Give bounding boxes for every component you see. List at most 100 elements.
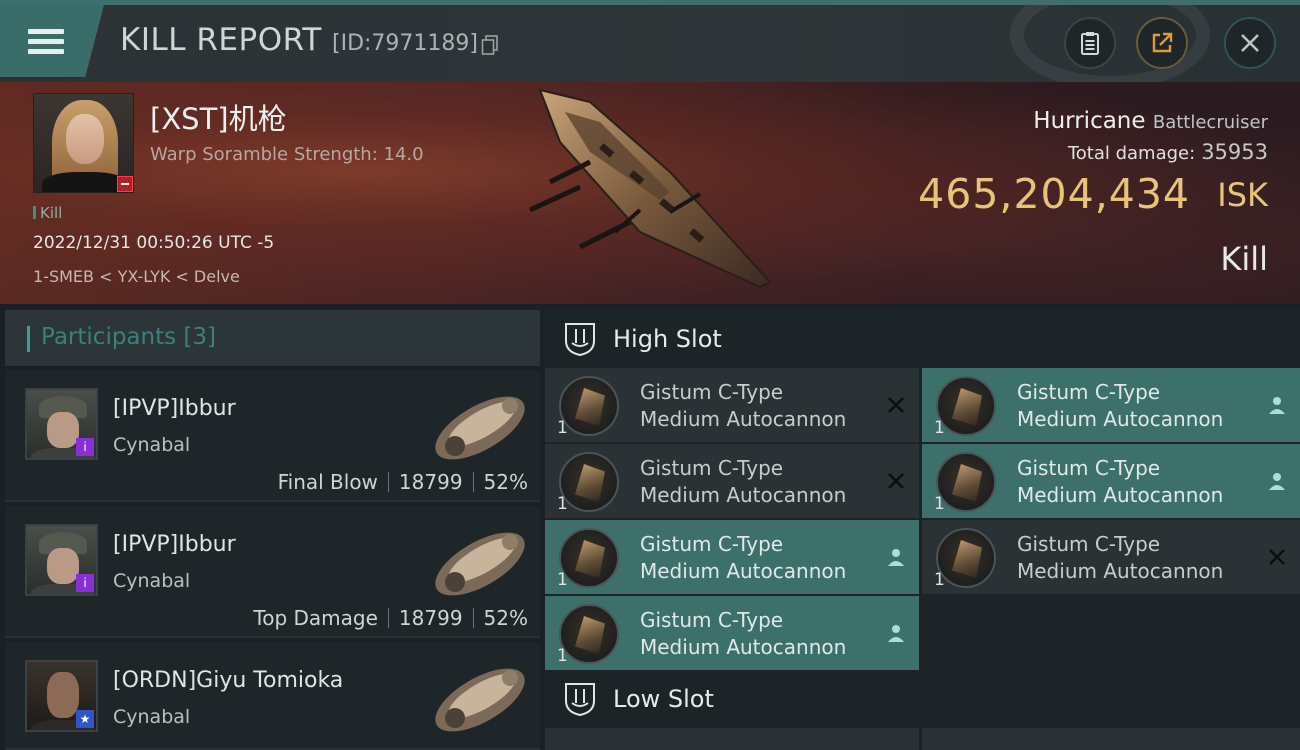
participants-panel: Participants [3] i [IPVP]Ibbur Cynabal F… xyxy=(5,310,540,750)
participant-card[interactable]: ★ [ORDN]Giyu Tomioka Cynabal xyxy=(5,642,540,750)
module-slot[interactable]: 1 Gistum C-Type Medium Autocannon xyxy=(922,520,1300,594)
module-icon xyxy=(936,528,996,588)
participant-avatar[interactable]: i xyxy=(25,388,98,460)
module-name: Gistum C-Type xyxy=(640,532,784,556)
module-name: Gistum C-Type xyxy=(640,380,784,404)
participant-name: [ORDN]Giyu Tomioka xyxy=(113,668,344,693)
destroyed-icon xyxy=(888,473,904,489)
participant-avatar[interactable]: ★ xyxy=(25,660,98,732)
module-quantity: 1 xyxy=(934,418,945,438)
victim-name[interactable]: [XST]机枪 xyxy=(150,96,287,138)
kill-summary-banner: [XST]机枪 Warp Soramble Strength: 14.0 Kil… xyxy=(0,82,1300,304)
standing-badge xyxy=(117,176,133,192)
module-name: Gistum C-Type xyxy=(640,608,784,632)
module-quantity: 1 xyxy=(557,494,568,514)
module-type: Medium Autocannon xyxy=(640,635,847,659)
module-icon xyxy=(559,604,619,664)
clipboard-button[interactable] xyxy=(1064,17,1116,69)
module-quantity: 1 xyxy=(557,646,568,666)
victim-ship-image[interactable] xyxy=(520,82,790,304)
module-quantity: 1 xyxy=(934,494,945,514)
kill-timestamp: 2022/12/31 00:50:26 UTC -5 xyxy=(33,233,275,253)
dropped-person-icon xyxy=(1269,473,1285,490)
isk-value: 465,204,434 xyxy=(918,170,1190,218)
module-name: Gistum C-Type xyxy=(1017,380,1161,404)
high-slot-label: High Slot xyxy=(613,325,722,353)
module-slot[interactable]: 1 Gistum C-Type Medium Autocannon xyxy=(922,444,1300,518)
clipboard-icon xyxy=(1081,32,1099,55)
high-slot-header: High Slot xyxy=(545,310,1300,368)
module-icon xyxy=(559,528,619,588)
module-name: Gistum C-Type xyxy=(1017,456,1161,480)
dropped-person-icon xyxy=(888,625,904,642)
participant-ship: Cynabal xyxy=(113,706,191,728)
kill-id: [ID:7971189] xyxy=(332,31,478,56)
isk-unit: ISK xyxy=(1217,176,1268,214)
participant-ship: Cynabal xyxy=(113,570,191,592)
kill-result-label: Kill xyxy=(1220,240,1268,278)
participant-name: [IPVP]Ibbur xyxy=(113,396,236,421)
participant-ship-image xyxy=(435,396,525,460)
module-icon xyxy=(936,452,996,512)
victim-ship-type[interactable]: Hurricane Battlecruiser xyxy=(1033,108,1268,134)
module-type: Medium Autocannon xyxy=(640,559,847,583)
participant-damage: 18799 xyxy=(398,470,463,494)
page-title: KILL REPORT xyxy=(120,22,322,58)
low-slot-icon xyxy=(565,683,595,717)
module-name: Gistum C-Type xyxy=(640,456,784,480)
copy-icon[interactable] xyxy=(481,35,499,55)
participant-percent: 52% xyxy=(483,470,528,494)
module-slot[interactable]: 1 Gistum C-Type Medium Autocannon xyxy=(545,596,919,670)
ship-name: Hurricane xyxy=(1033,108,1146,134)
participants-title: Participants [3] xyxy=(41,324,216,350)
module-icon xyxy=(936,376,996,436)
participant-badge-icon: ★ xyxy=(76,710,94,728)
dropped-person-icon xyxy=(1269,397,1285,414)
header-accent-bar xyxy=(27,326,30,352)
destroyed-icon xyxy=(888,397,904,413)
close-icon xyxy=(1241,34,1259,52)
participant-avatar[interactable]: i xyxy=(25,524,98,596)
participant-name: [IPVP]Ibbur xyxy=(113,532,236,557)
kill-location[interactable]: 1-SMEB < YX-LYK < Delve xyxy=(33,267,240,286)
participant-badge-icon: i xyxy=(76,438,94,456)
module-quantity: 1 xyxy=(557,570,568,590)
participant-role: Top Damage xyxy=(253,606,378,630)
module-slot[interactable]: 1 Gistum C-Type Medium Autocannon xyxy=(922,368,1300,442)
participant-stats: Top Damage 18799 52% xyxy=(253,606,528,630)
participants-header: Participants [3] xyxy=(5,310,540,366)
module-name: Gistum C-Type xyxy=(1017,532,1161,556)
low-slot-label: Low Slot xyxy=(613,685,714,713)
participant-ship-image xyxy=(435,532,525,596)
share-button[interactable] xyxy=(1136,17,1188,69)
module-type: Medium Autocannon xyxy=(1017,407,1224,431)
kill-type-tag: Kill xyxy=(33,204,62,222)
module-icon xyxy=(559,452,619,512)
module-slot[interactable] xyxy=(545,728,919,750)
module-type: Medium Autocannon xyxy=(1017,483,1224,507)
close-button[interactable] xyxy=(1224,17,1276,69)
module-slot[interactable]: 1 Gistum C-Type Medium Autocannon xyxy=(545,368,919,442)
hamburger-icon xyxy=(28,24,64,59)
participant-card[interactable]: i [IPVP]Ibbur Cynabal Final Blow 18799 52% xyxy=(5,370,540,502)
module-icon xyxy=(559,376,619,436)
share-icon xyxy=(1152,32,1173,53)
participant-damage: 18799 xyxy=(398,606,463,630)
destroyed-icon xyxy=(1269,549,1285,565)
menu-button[interactable] xyxy=(0,5,104,77)
module-slot[interactable] xyxy=(922,728,1300,750)
participant-ship: Cynabal xyxy=(113,434,191,456)
low-slot-header: Low Slot xyxy=(545,670,1300,728)
total-damage-value: 35953 xyxy=(1201,140,1268,164)
module-type: Medium Autocannon xyxy=(640,483,847,507)
total-damage: Total damage: 35953 xyxy=(1068,140,1268,164)
participant-percent: 52% xyxy=(483,606,528,630)
participant-stats: Final Blow 18799 52% xyxy=(278,470,528,494)
participant-badge-icon: i xyxy=(76,574,94,592)
module-slot[interactable]: 1 Gistum C-Type Medium Autocannon xyxy=(545,520,919,594)
participant-card[interactable]: i [IPVP]Ibbur Cynabal Top Damage 18799 52% xyxy=(5,506,540,638)
module-slot[interactable]: 1 Gistum C-Type Medium Autocannon xyxy=(545,444,919,518)
module-type: Medium Autocannon xyxy=(1017,559,1224,583)
participant-role: Final Blow xyxy=(277,470,378,494)
high-slot-icon xyxy=(565,323,595,357)
